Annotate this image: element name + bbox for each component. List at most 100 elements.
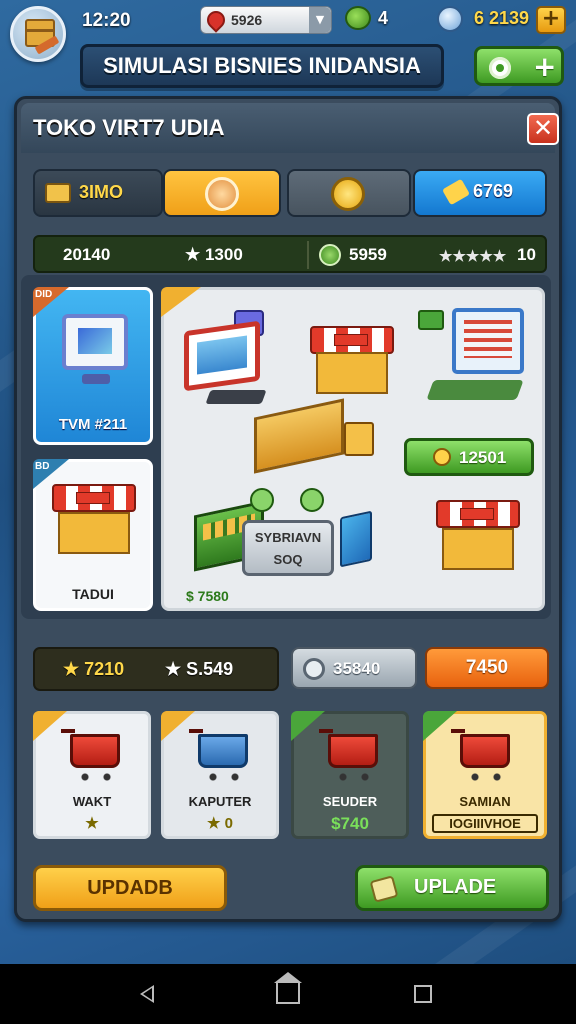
divider bbox=[307, 241, 309, 269]
cart-name: WAKT bbox=[72, 794, 112, 809]
game-title: SIMULASI BISNIES INIDANSIA bbox=[103, 53, 421, 78]
computer-icon bbox=[184, 320, 260, 392]
orange-value-button[interactable]: 7450 bbox=[425, 647, 549, 689]
top-status-bar: 12:20 5926 ▼ 4 6 2139 + SIMULASI BISNIES… bbox=[0, 0, 576, 96]
stats-bar: 20140 ★ 1300 5959 ★★★★★ 10 bbox=[33, 235, 547, 273]
panel-header: TOKO VIRT7 UDIA ✕ bbox=[21, 103, 559, 153]
shop-sign bbox=[460, 508, 494, 520]
add-coins-button[interactable]: + bbox=[536, 6, 566, 34]
coin-icon bbox=[433, 448, 451, 466]
item-badge bbox=[33, 711, 67, 741]
resource-a: ★ 7210 bbox=[63, 659, 125, 679]
orange-value: 7450 bbox=[465, 657, 509, 678]
resource-b: ★ S.549 bbox=[165, 659, 234, 679]
tab-sun-coin[interactable] bbox=[163, 169, 281, 217]
shopping-cart-icon bbox=[61, 729, 120, 781]
shopping-cart-icon bbox=[319, 729, 378, 781]
shopping-cart-icon bbox=[451, 729, 510, 781]
stat-coin: 5959 bbox=[349, 245, 387, 264]
back-icon[interactable] bbox=[140, 985, 154, 1003]
smiley-icon bbox=[437, 6, 463, 32]
player-avatar[interactable] bbox=[10, 6, 66, 62]
shop-body bbox=[316, 352, 388, 394]
leaf-icon bbox=[345, 6, 371, 30]
monitor-icon bbox=[62, 314, 128, 370]
shopping-cart-icon bbox=[189, 729, 248, 781]
location-value: 5926 bbox=[231, 12, 263, 28]
item-card-shop[interactable]: BD TADUI bbox=[33, 459, 153, 611]
shop-body bbox=[442, 528, 514, 570]
warehouse-icon bbox=[254, 398, 344, 474]
tab-items[interactable]: 3IMO bbox=[33, 169, 163, 217]
note-icon bbox=[369, 875, 399, 903]
cash-icon bbox=[418, 310, 444, 330]
panel-title: TOKO VIRT7 UDIA bbox=[33, 115, 225, 140]
shop-panel: TOKO VIRT7 UDIA ✕ 3IMO 6769 20140 ★ 1300… bbox=[14, 96, 562, 922]
shop-sign bbox=[76, 492, 110, 504]
item-badge: DID bbox=[33, 287, 69, 317]
stat-left: 20140 bbox=[63, 245, 111, 264]
item-tag: SYBRIAVN SOQ bbox=[242, 520, 334, 576]
update-label: UPDADB bbox=[87, 877, 173, 899]
cart-sub: $740 bbox=[331, 814, 369, 833]
cart-card[interactable]: KAPUTER ★ 0 bbox=[161, 711, 279, 839]
clock-icon bbox=[303, 658, 325, 680]
tag-line1: SYBRIAVN bbox=[254, 530, 322, 545]
cart-name: KAPUTER bbox=[188, 794, 252, 809]
stat-star: ★ 1300 bbox=[185, 245, 243, 264]
close-button[interactable]: ✕ bbox=[527, 113, 559, 145]
resource-bar: ★ 7210 ★ S.549 bbox=[33, 647, 279, 691]
featured-store-card[interactable]: 12501 SYBRIAVN SOQ $ 7580 bbox=[161, 287, 545, 611]
item-label: TADUI bbox=[72, 586, 114, 602]
item-badge bbox=[161, 711, 195, 741]
item-badge bbox=[161, 287, 201, 317]
update-label: UPLADE bbox=[414, 876, 497, 898]
shop-body bbox=[58, 512, 130, 554]
item-badge bbox=[291, 711, 325, 741]
keyboard-icon bbox=[205, 390, 267, 404]
cart-sub: ★ 0 bbox=[207, 815, 233, 832]
recent-apps-icon[interactable] bbox=[414, 985, 432, 1003]
system-nav-bar bbox=[0, 964, 576, 1024]
item-price: $ 7580 bbox=[186, 588, 229, 604]
cart-card-selected[interactable]: SAMIAN IOGIIIVHOE bbox=[423, 711, 547, 839]
tab-label: 3IMO bbox=[79, 182, 124, 202]
chevron-down-icon[interactable]: ▼ bbox=[309, 7, 331, 33]
gold-coin-icon bbox=[331, 177, 365, 211]
box-icon bbox=[45, 183, 71, 203]
plus-icon: + bbox=[533, 50, 557, 83]
cart-sub: IOGIIIVHOE bbox=[432, 814, 538, 833]
cart-card[interactable]: SEUDER $740 bbox=[291, 711, 409, 839]
sign-icon bbox=[344, 422, 374, 456]
leaf-count: 4 bbox=[378, 8, 389, 28]
globe-icon bbox=[250, 488, 274, 512]
tablet-icon bbox=[340, 510, 372, 568]
game-title-banner: SIMULASI BISNIES INIDANSIA bbox=[80, 44, 444, 88]
item-badge bbox=[423, 711, 457, 741]
price-value: 12501 bbox=[459, 448, 507, 467]
coin-balance: 6 2139 bbox=[474, 8, 530, 28]
monitor-stand bbox=[82, 374, 110, 384]
pos-base bbox=[426, 380, 524, 400]
cart-card[interactable]: WAKT ★ bbox=[33, 711, 151, 839]
resource-value: 35840 bbox=[333, 659, 381, 678]
update-button-right[interactable]: UPLADE bbox=[355, 865, 549, 911]
pos-terminal-icon bbox=[452, 308, 524, 374]
map-pin-icon bbox=[203, 7, 229, 33]
shop-sign bbox=[334, 334, 368, 346]
cart-name: SAMIAN bbox=[459, 794, 511, 809]
items-area: DID TVM #211 BD TADUI 12501 SYBRIAVN SOQ… bbox=[21, 275, 551, 619]
cart-sub: ★ bbox=[85, 815, 99, 832]
buy-price-button[interactable]: 12501 bbox=[404, 438, 534, 476]
clock-time: 12:20 bbox=[82, 10, 131, 31]
tab-label: 6769 bbox=[473, 181, 514, 201]
flower-icon bbox=[489, 57, 511, 79]
location-selector[interactable]: 5926 ▼ bbox=[200, 6, 332, 34]
tab-upgrades[interactable]: 6769 bbox=[413, 169, 547, 217]
update-button-left[interactable]: UPDADB bbox=[33, 865, 227, 911]
item-card-tv[interactable]: DID TVM #211 bbox=[33, 287, 153, 445]
resource-pill[interactable]: 35840 bbox=[291, 647, 417, 689]
settings-add-button[interactable]: + bbox=[474, 46, 564, 86]
home-icon[interactable] bbox=[274, 972, 302, 1004]
tab-gold-coin[interactable] bbox=[287, 169, 411, 217]
